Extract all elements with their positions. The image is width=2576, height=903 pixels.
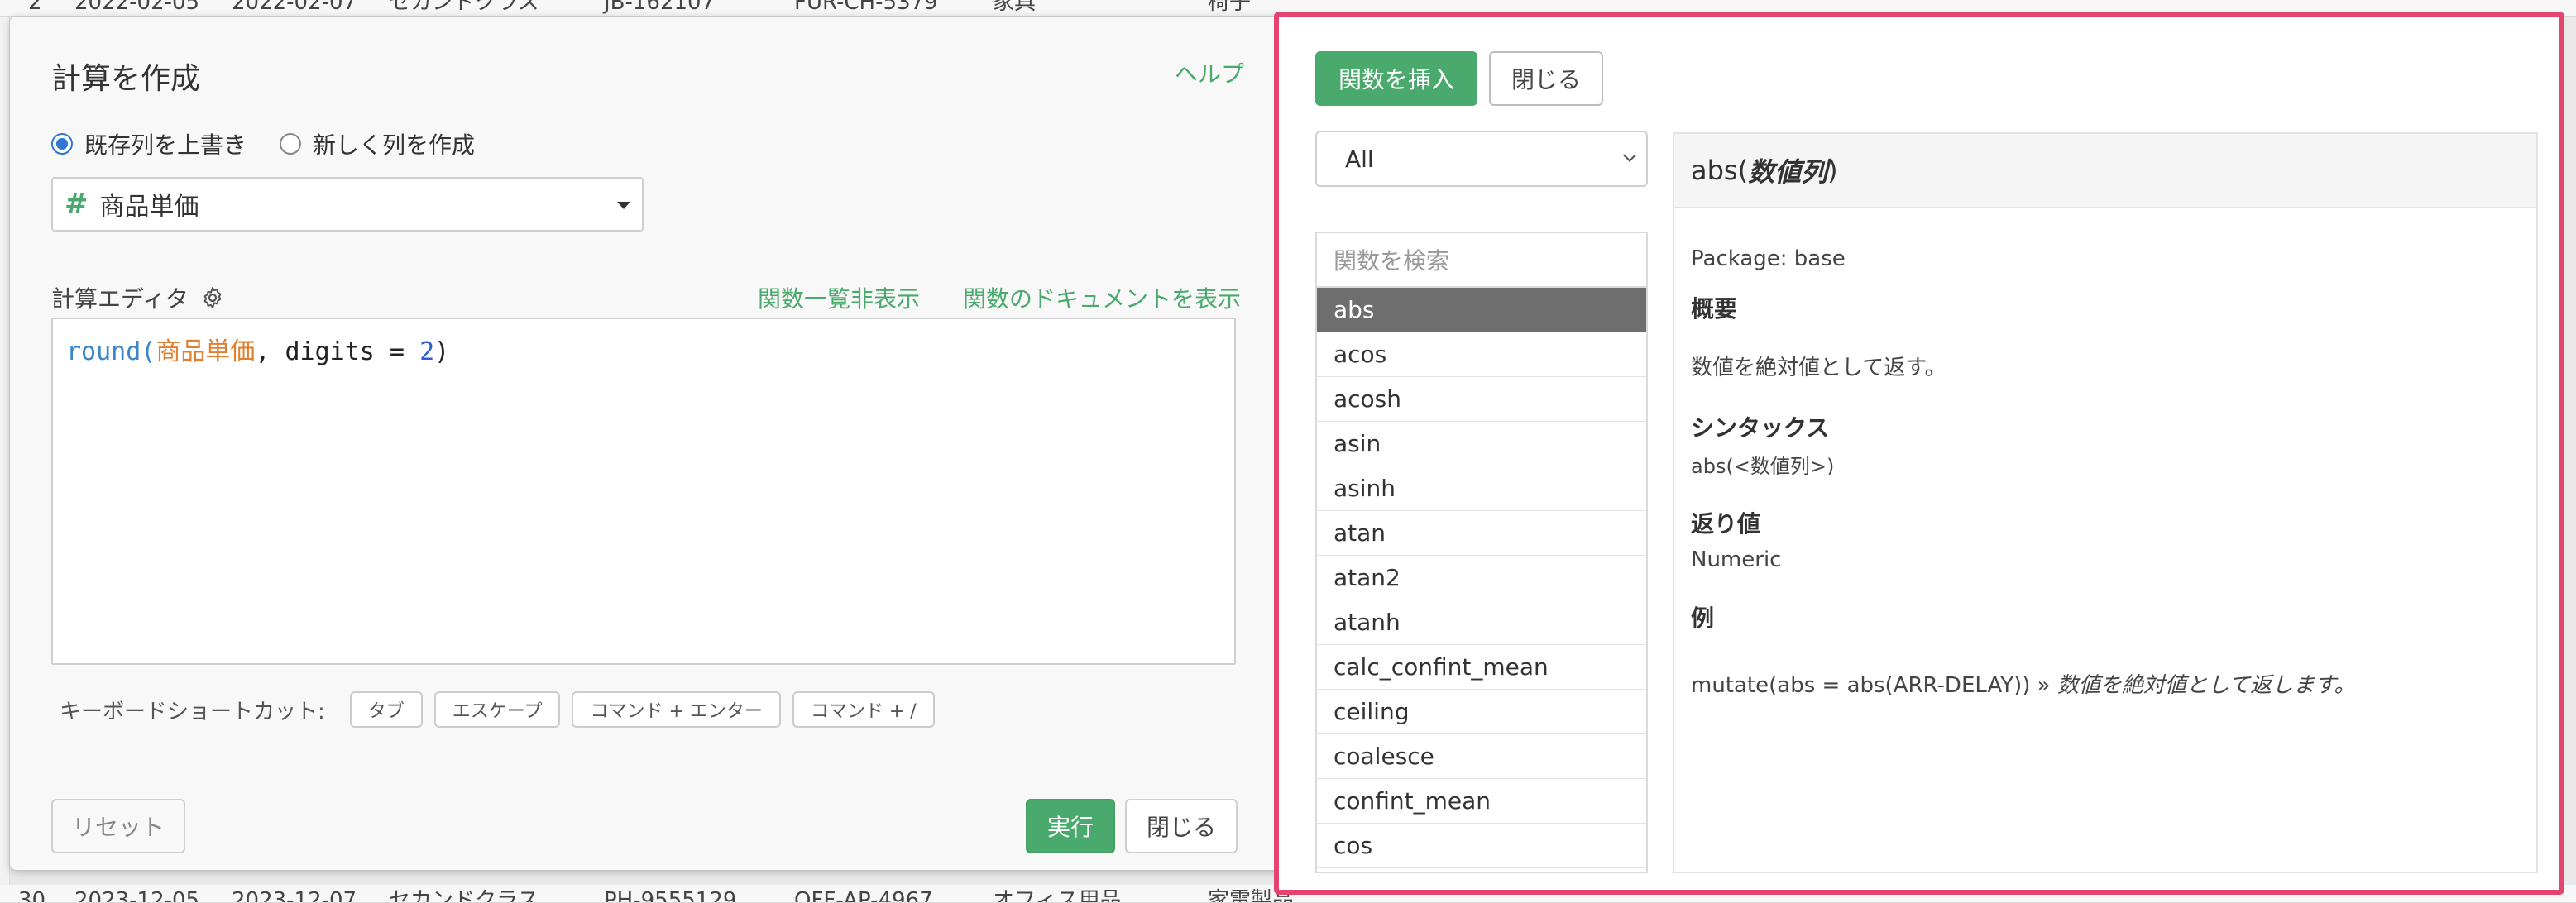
radio-overwrite-option[interactable]: 既存列を上書き (51, 127, 247, 160)
function-item[interactable]: asin (1317, 422, 1646, 466)
bg-cell: 椅子 (1208, 0, 1252, 15)
bg-cell: セカンドクラス (389, 888, 539, 903)
doc-summary-text: 数値を絶対値として返す。 (1691, 356, 1946, 380)
keyboard-shortcuts: キーボードショートカット: タブ エスケープ コマンド + エンター コマンド … (60, 691, 935, 728)
signature-arg: 数値列 (1748, 156, 1828, 188)
code-close-token: ) (434, 337, 450, 366)
function-item[interactable]: confint_mean (1317, 779, 1646, 824)
doc-return-text: Numeric (1691, 547, 1782, 572)
show-function-docs-link[interactable]: 関数のドキュメントを表示 (963, 281, 1241, 314)
function-item[interactable]: ceiling (1317, 690, 1646, 734)
bg-cell: 家具 (993, 0, 1037, 15)
bg-cell: OFF-AP-4967 (794, 888, 933, 903)
doc-syntax-heading: シンタックス (1691, 414, 1830, 442)
insert-function-button[interactable]: 関数を挿入 (1315, 51, 1477, 106)
bg-cell: 2022-02-05 (74, 0, 200, 15)
doc-example-desc: 数値を絶対値として返します。 (2056, 673, 2356, 698)
bg-cell: PH-9555129 (604, 888, 737, 903)
function-item-abs[interactable]: abs (1317, 288, 1646, 332)
code-args-token: , digits = (255, 337, 420, 366)
doc-syntax-text: abs(<数値列>) (1691, 455, 1835, 478)
function-item[interactable]: atanh (1317, 600, 1646, 645)
panel-close-button[interactable]: 閉じる (1489, 51, 1603, 106)
radio-overwrite[interactable] (51, 133, 73, 155)
editor-label: 計算エディタ (51, 281, 225, 314)
create-calculation-modal: 計算を作成 ヘルプ 既存列を上書き 新しく列を作成 # 商品単価 計算エディタ … (10, 17, 1284, 870)
code-editor[interactable]: round(商品単価, digits = 2) (51, 318, 1236, 665)
function-list: 関数を検索 abs acos acosh asin asinh atan ata… (1315, 232, 1648, 873)
function-item[interactable]: calc_confint_mean (1317, 645, 1646, 690)
hide-function-list-link[interactable]: 関数一覧非表示 (758, 281, 920, 314)
function-item[interactable]: acosh (1317, 377, 1646, 422)
function-search-input[interactable]: 関数を検索 (1317, 233, 1646, 288)
function-signature-header: abs(数値列) (1674, 134, 2536, 208)
bg-cell: 2023-12-07 (232, 888, 357, 903)
code-column-token: 商品単価 (156, 337, 256, 366)
bg-cell: 2022-02-07 (232, 0, 357, 15)
function-item[interactable]: atan (1317, 511, 1646, 556)
help-link[interactable]: ヘルプ (1175, 56, 1244, 89)
bg-cell: 2023-12-05 (74, 888, 200, 903)
shortcut-label: キーボードショートカット: (60, 699, 325, 724)
doc-example-code: mutate(abs = abs(ARR-DELAY)) (1691, 673, 2031, 698)
function-reference-panel: 関数を挿入 閉じる All 関数を検索 abs acos acosh asin … (1274, 12, 2564, 895)
run-button[interactable]: 実行 (1026, 799, 1115, 853)
numeric-type-icon: # (65, 188, 89, 221)
category-select-value: All (1345, 145, 1374, 173)
gear-icon[interactable] (200, 285, 225, 310)
reset-button[interactable]: リセット (51, 799, 185, 853)
function-item[interactable]: coalesce (1317, 734, 1646, 779)
function-item[interactable]: atan2 (1317, 556, 1646, 600)
shortcut-key-cmd-slash: コマンド + / (792, 691, 935, 728)
bg-cell: JB-162107 (604, 0, 716, 15)
bg-cell: 30 (18, 888, 46, 903)
category-select[interactable]: All (1315, 131, 1648, 187)
close-button[interactable]: 閉じる (1125, 799, 1238, 853)
function-doc-pane: abs(数値列) Package: base 概要 数値を絶対値として返す。 シ… (1673, 132, 2538, 873)
code-function-token: round( (66, 337, 156, 366)
doc-example: mutate(abs = abs(ARR-DELAY)) » 数値を絶対値として… (1691, 668, 2355, 699)
doc-example-arrow: » (2030, 673, 2057, 698)
caret-down-icon (617, 202, 630, 209)
shortcut-key-escape: エスケープ (433, 691, 561, 728)
doc-example-heading: 例 (1691, 604, 1715, 632)
shortcut-key-tab: タブ (349, 691, 423, 728)
radio-overwrite-label: 既存列を上書き (84, 131, 247, 159)
doc-summary-heading: 概要 (1691, 295, 1738, 322)
row-gutter (0, 0, 10, 903)
doc-package: Package: base (1691, 246, 1846, 271)
function-item[interactable]: cos (1317, 824, 1646, 868)
bg-cell: 2 (28, 0, 42, 15)
radio-new-column[interactable] (280, 133, 302, 155)
shortcut-key-cmd-enter: コマンド + エンター (572, 691, 781, 728)
function-item[interactable]: asinh (1317, 466, 1646, 511)
signature-close: ) (1827, 155, 1838, 186)
bg-cell: FUR-CH-5379 (794, 0, 938, 15)
modal-title: 計算を作成 (51, 62, 201, 96)
bg-cell: セカンドクラス (389, 0, 539, 15)
signature-fn: abs( (1691, 155, 1749, 186)
function-item[interactable]: acos (1317, 332, 1646, 377)
column-select[interactable]: # 商品単価 (51, 177, 644, 232)
editor-label-text: 計算エディタ (51, 285, 189, 313)
radio-new-label: 新しく列を作成 (313, 131, 476, 159)
column-mode-radio-group: 既存列を上書き 新しく列を作成 (51, 127, 508, 160)
bg-cell: オフィス用品 (993, 888, 1122, 903)
doc-return-heading: 返り値 (1691, 510, 1761, 538)
radio-new-option[interactable]: 新しく列を作成 (280, 127, 475, 160)
column-select-value: 商品単価 (99, 193, 199, 222)
code-number-token: 2 (419, 337, 435, 366)
chevron-down-icon (1623, 149, 1636, 162)
